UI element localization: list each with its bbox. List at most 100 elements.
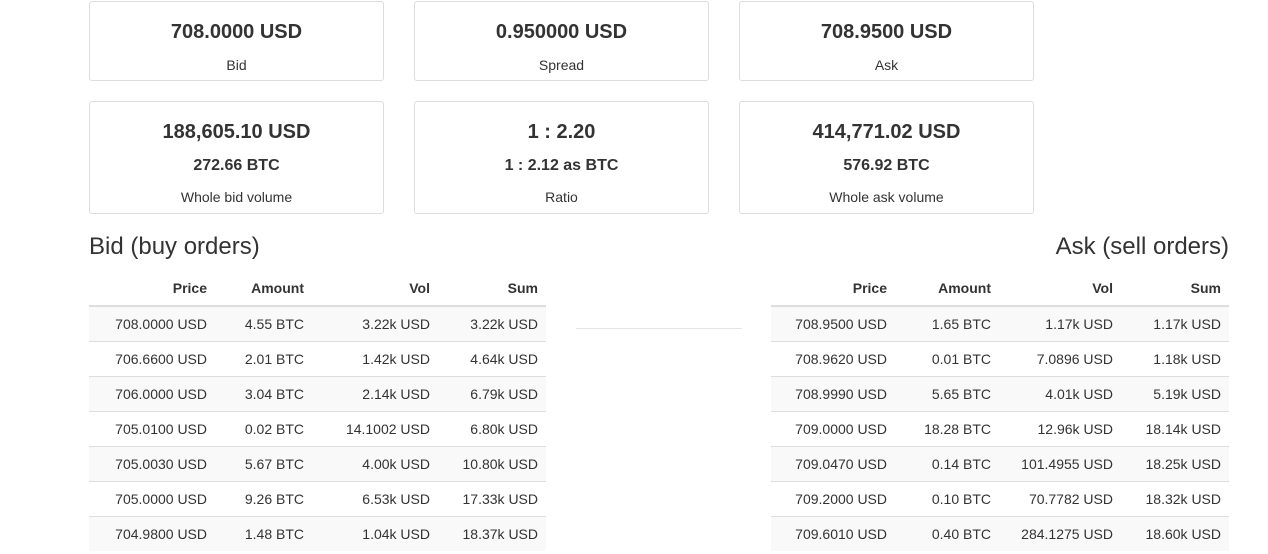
bid-vol: 6.53k USD	[312, 480, 438, 516]
ask-volume-btc: 576.92 BTC	[843, 157, 930, 174]
bid-price: 706.0000 USD	[89, 375, 215, 411]
center-divider	[576, 328, 742, 329]
ask-volume-value: 414,771.02 USD	[812, 121, 961, 143]
bid-amount: 0.02 BTC	[215, 410, 312, 446]
spread-label: Spread	[538, 57, 585, 73]
ask-amount: 5.65 BTC	[895, 375, 999, 411]
table-row: 708.9500 USD 1.65 BTC 1.17k USD 1.17k USD	[771, 305, 1229, 341]
ratio-btc: 1 : 2.12 as BTC	[504, 157, 619, 174]
table-row: 708.9990 USD 5.65 BTC 4.01k USD 5.19k USD	[771, 375, 1229, 411]
bid-sum: 17.33k USD	[438, 480, 546, 516]
bid-col-vol: Vol	[312, 271, 438, 307]
bid-volume-label: Whole bid volume	[180, 189, 293, 205]
ask-volume-box: 414,771.02 USD 576.92 BTC Whole ask volu…	[739, 101, 1034, 214]
ask-price: 709.0470 USD	[771, 445, 895, 481]
table-row: 705.0030 USD 5.67 BTC 4.00k USD 10.80k USD	[89, 445, 546, 481]
table-row: 706.0000 USD 3.04 BTC 2.14k USD 6.79k USD	[89, 375, 546, 411]
ask-col-sum: Sum	[1121, 271, 1229, 307]
ask-col-amount: Amount	[895, 271, 999, 307]
ask-price: 709.2000 USD	[771, 480, 895, 516]
bid-box: 708.0000 USD Bid	[89, 1, 384, 81]
spread-box: 0.950000 USD Spread	[414, 1, 709, 81]
ask-section-title: Ask (sell orders)	[1055, 233, 1229, 260]
bid-col-amount: Amount	[215, 271, 312, 307]
bid-amount: 2.01 BTC	[215, 340, 312, 376]
ratio-value: 1 : 2.20	[527, 121, 596, 143]
bid-amount: 3.04 BTC	[215, 375, 312, 411]
table-row: 705.0000 USD 9.26 BTC 6.53k USD 17.33k USD	[89, 480, 546, 516]
ask-amount: 0.10 BTC	[895, 480, 999, 516]
bid-amount: 4.55 BTC	[215, 305, 312, 341]
table-row: 709.0000 USD 18.28 BTC 12.96k USD 18.14k US…	[771, 410, 1229, 446]
table-row: 708.9620 USD 0.01 BTC 7.0896 USD 1.18k USD	[771, 340, 1229, 376]
ask-vol: 70.7782 USD	[999, 480, 1121, 516]
ask-amount: 0.01 BTC	[895, 340, 999, 376]
table-row: 709.0470 USD 0.14 BTC 101.4955 USD 18.25k U…	[771, 445, 1229, 481]
ask-sum: 5.19k USD	[1121, 375, 1229, 411]
ask-vol: 101.4955 USD	[999, 445, 1121, 481]
ask-price: 708.9620 USD	[771, 340, 895, 376]
table-row: 708.0000 USD 4.55 BTC 3.22k USD 3.22k USD	[89, 305, 546, 341]
bid-price: 705.0000 USD	[89, 480, 215, 516]
ask-amount: 1.65 BTC	[895, 305, 999, 341]
bid-sum: 10.80k USD	[438, 445, 546, 481]
table-row: 706.6600 USD 2.01 BTC 1.42k USD 4.64k USD	[89, 340, 546, 376]
bid-volume-box: 188,605.10 USD 272.66 BTC Whole bid volu…	[89, 101, 384, 214]
bid-col-price: Price	[89, 271, 215, 307]
table-row: 705.0100 USD 0.02 BTC 14.1002 USD 6.80k USD	[89, 410, 546, 446]
bid-vol: 14.1002 USD	[312, 410, 438, 446]
ask-value: 708.9500 USD	[820, 21, 953, 43]
ask-box: 708.9500 USD Ask	[739, 1, 1034, 81]
bid-value: 708.0000 USD	[170, 21, 303, 43]
ask-col-vol: Vol	[999, 271, 1121, 307]
ask-price: 708.9500 USD	[771, 305, 895, 341]
bid-amount: 9.26 BTC	[215, 480, 312, 516]
bid-volume-value: 188,605.10 USD	[162, 121, 311, 143]
ask-sum: 18.60k USD	[1121, 515, 1229, 551]
bid-col-sum: Sum	[438, 271, 546, 307]
bid-section-title: Bid (buy orders)	[89, 233, 260, 260]
ask-vol: 1.17k USD	[999, 305, 1121, 341]
bid-price: 704.9800 USD	[89, 515, 215, 551]
table-row: 709.2000 USD 0.10 BTC 70.7782 USD 18.32k US…	[771, 480, 1229, 516]
bid-orders-table: Price Amount Vol Sum 708.0000 USD 4.55 BT…	[89, 271, 546, 551]
bid-price: 705.0100 USD	[89, 410, 215, 446]
ask-volume-label: Whole ask volume	[829, 189, 944, 205]
bid-vol: 1.42k USD	[312, 340, 438, 376]
spread-value: 0.950000 USD	[495, 21, 628, 43]
ask-amount: 18.28 BTC	[895, 410, 999, 446]
ask-amount: 0.40 BTC	[895, 515, 999, 551]
ratio-box: 1 : 2.20 1 : 2.12 as BTC Ratio	[414, 101, 709, 214]
ask-amount: 0.14 BTC	[895, 445, 999, 481]
ask-label: Ask	[874, 57, 899, 73]
ask-table-header: Price Amount Vol Sum	[771, 271, 1229, 307]
bid-amount: 1.48 BTC	[215, 515, 312, 551]
bid-vol: 3.22k USD	[312, 305, 438, 341]
bid-label: Bid	[226, 57, 247, 73]
ask-price: 709.6010 USD	[771, 515, 895, 551]
ask-price: 708.9990 USD	[771, 375, 895, 411]
bid-sum: 18.37k USD	[438, 515, 546, 551]
ask-vol: 12.96k USD	[999, 410, 1121, 446]
ask-sum: 1.17k USD	[1121, 305, 1229, 341]
ask-vol: 7.0896 USD	[999, 340, 1121, 376]
ask-orders-table: Price Amount Vol Sum 708.9500 USD 1.65 BT…	[771, 271, 1229, 551]
ask-vol: 4.01k USD	[999, 375, 1121, 411]
bid-volume-btc: 272.66 BTC	[193, 157, 280, 174]
bid-vol: 2.14k USD	[312, 375, 438, 411]
bid-sum: 4.64k USD	[438, 340, 546, 376]
ratio-label: Ratio	[545, 189, 578, 205]
ask-sum: 18.14k USD	[1121, 410, 1229, 446]
bid-vol: 1.04k USD	[312, 515, 438, 551]
ask-sum: 18.25k USD	[1121, 445, 1229, 481]
table-row: 704.9800 USD 1.48 BTC 1.04k USD 18.37k USD	[89, 515, 546, 551]
bid-sum: 6.80k USD	[438, 410, 546, 446]
table-row: 709.6010 USD 0.40 BTC 284.1275 USD 18.60k U…	[771, 515, 1229, 551]
bid-price: 706.6600 USD	[89, 340, 215, 376]
ask-sum: 1.18k USD	[1121, 340, 1229, 376]
ask-sum: 18.32k USD	[1121, 480, 1229, 516]
ask-col-price: Price	[771, 271, 895, 307]
bid-sum: 6.79k USD	[438, 375, 546, 411]
bid-price: 708.0000 USD	[89, 305, 215, 341]
bid-table-header: Price Amount Vol Sum	[89, 271, 546, 307]
